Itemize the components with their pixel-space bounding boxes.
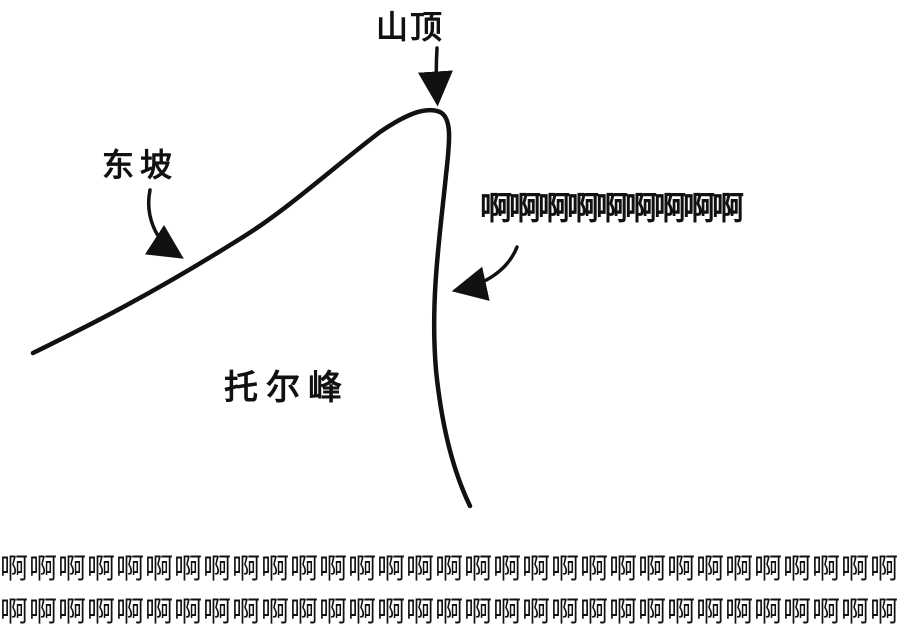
east-slope-arrow — [144, 188, 184, 259]
peak-name-label: 托尔峰 — [224, 368, 350, 408]
cliff-scream-label: 啊啊啊啊啊啊啊啊啊 — [480, 189, 744, 227]
summit-arrow — [418, 46, 453, 107]
cliff-arrow — [451, 245, 519, 301]
falling-scream-line-2: 啊啊啊啊啊啊啊啊啊啊啊啊啊啊啊啊啊啊啊啊啊啊啊啊啊啊啊啊啊啊啊 — [0, 595, 900, 628]
summit-label: 山顶 — [376, 8, 445, 46]
east-slope-label: 东坡 — [102, 146, 179, 184]
falling-scream-line-1: 啊啊啊啊啊啊啊啊啊啊啊啊啊啊啊啊啊啊啊啊啊啊啊啊啊啊啊啊啊啊啊 — [0, 552, 900, 585]
mountain-sketch — [30, 46, 519, 509]
mountain-outline — [30, 107, 473, 509]
